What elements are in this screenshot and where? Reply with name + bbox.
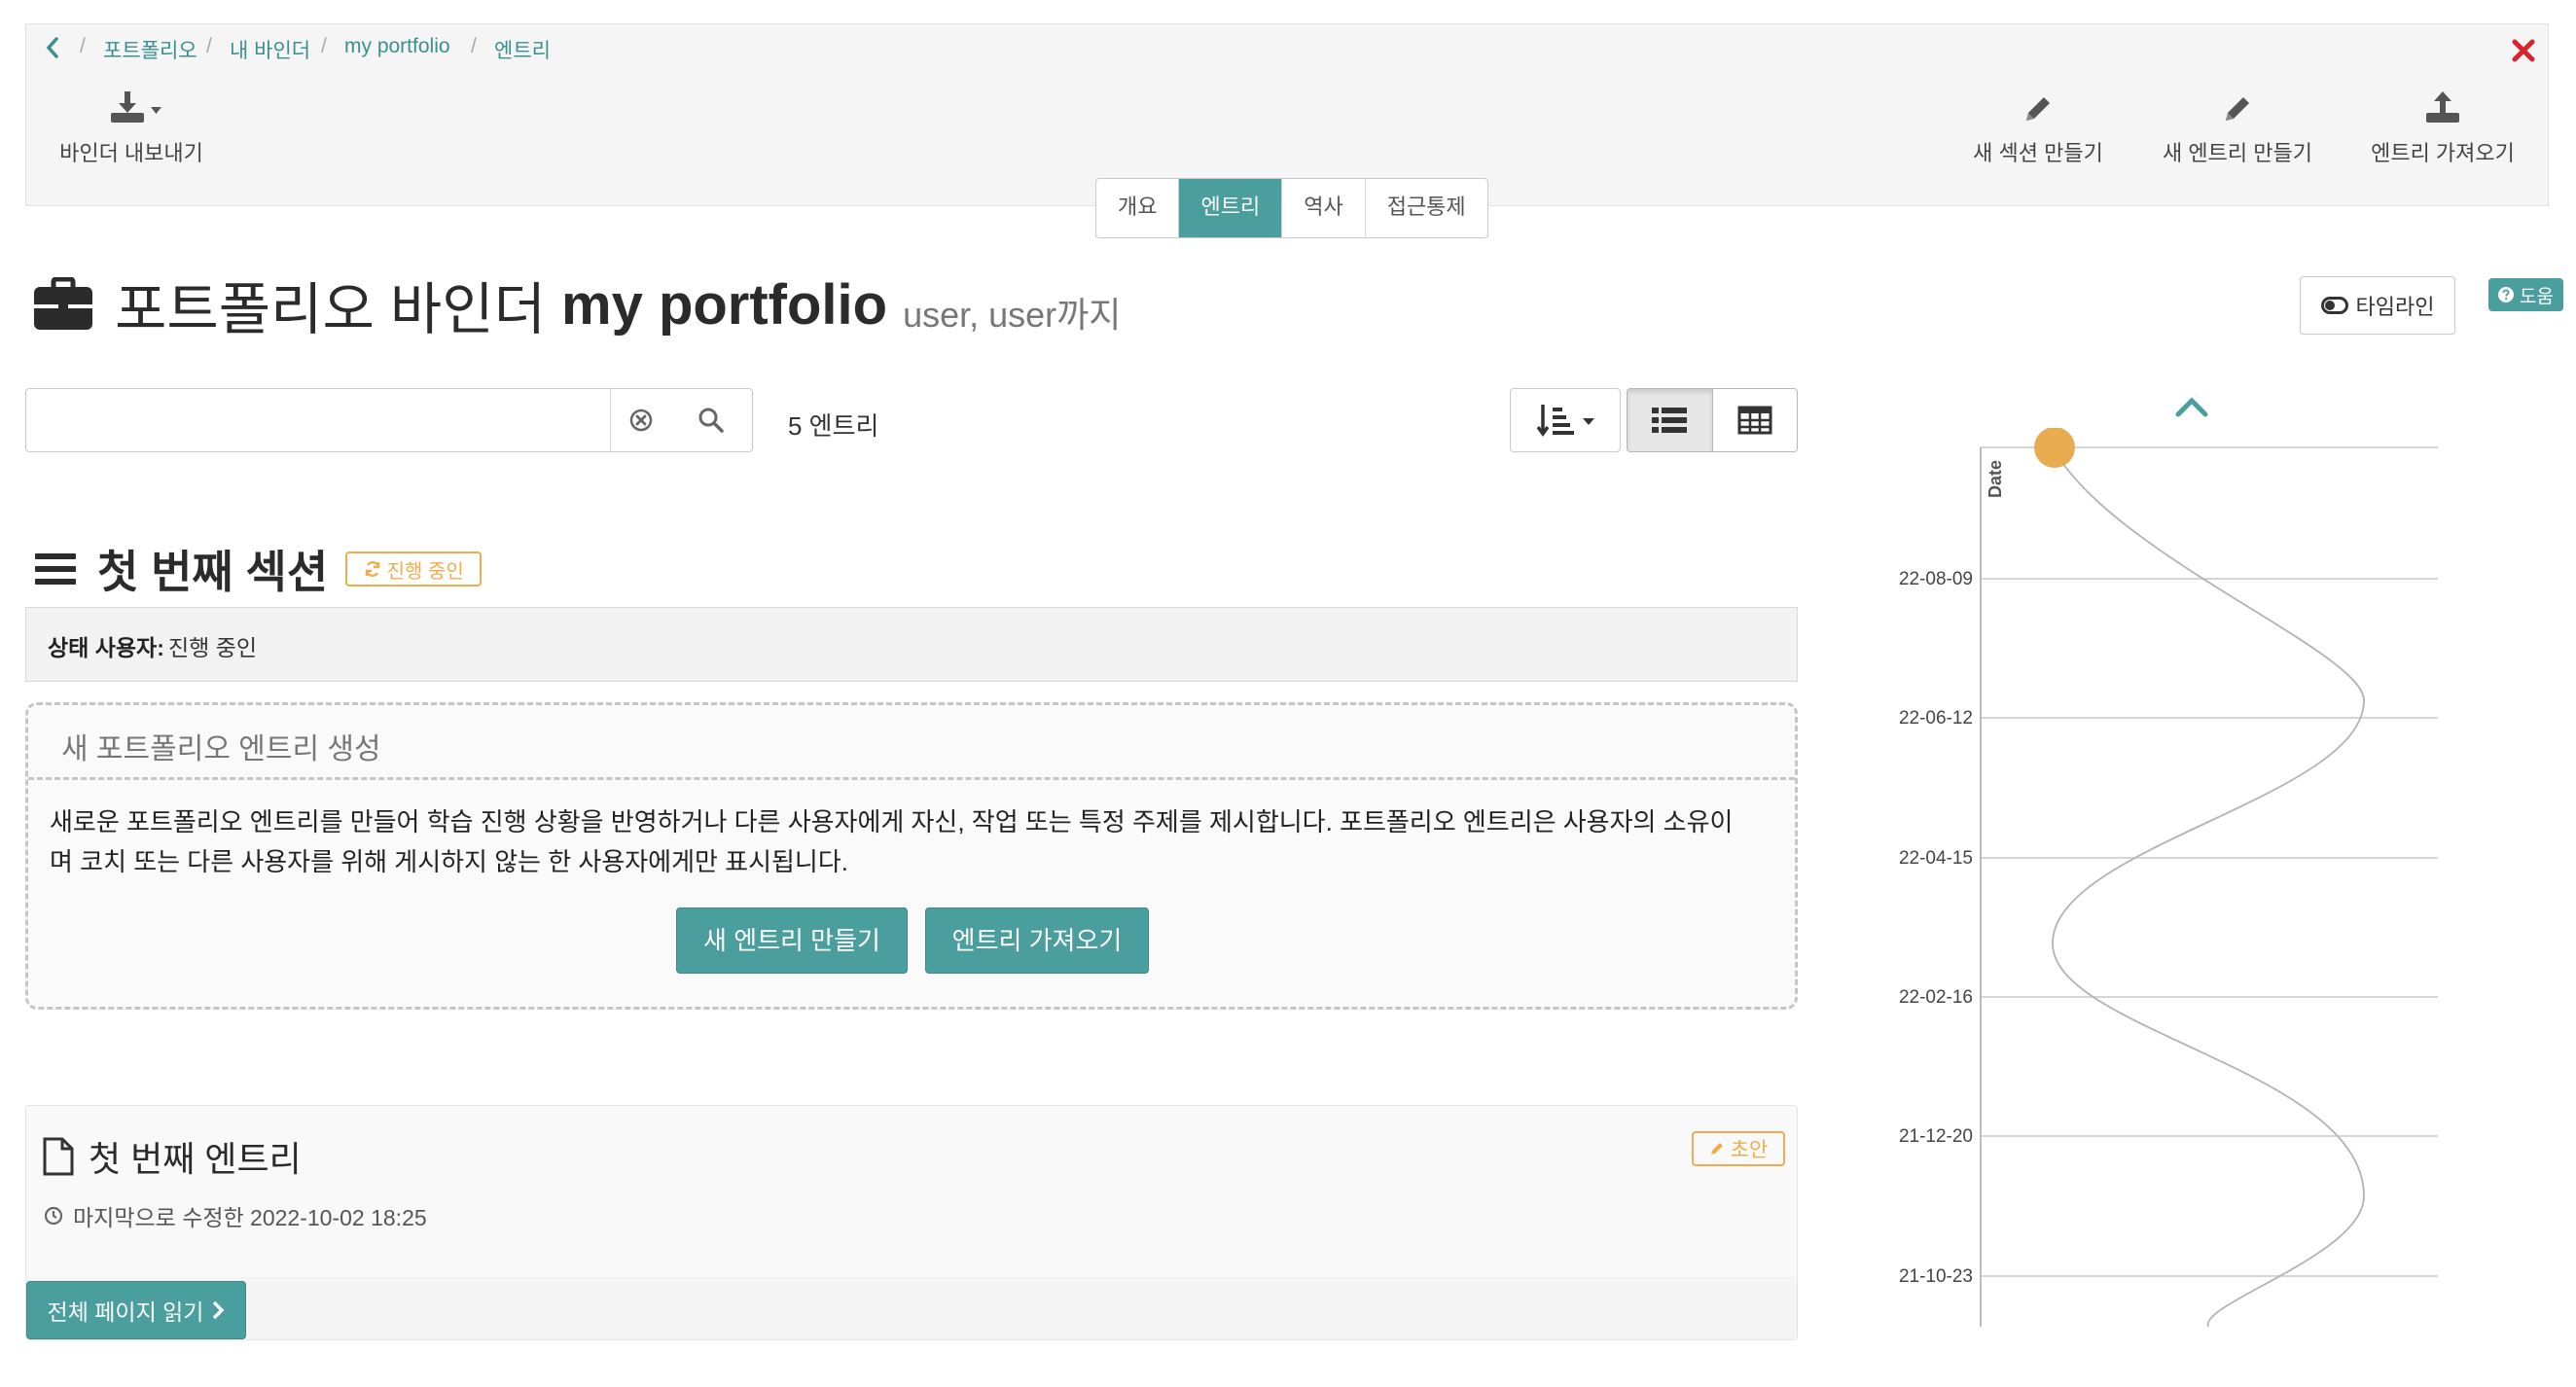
upload-icon [2423, 89, 2462, 126]
section-status-bar: 상태 사용자: 진행 중인 [25, 607, 1798, 682]
timeline-tick: 22-06-12 [1899, 708, 1973, 729]
timeline-axis-label: Date [1986, 460, 2005, 498]
breadcrumb-item-my-binders[interactable]: 내 바인더 [230, 35, 310, 64]
timeline-tick: 21-10-23 [1899, 1266, 1973, 1287]
entry-draft-badge: 초안 [1692, 1131, 1785, 1166]
import-entry-button[interactable]: 엔트리 가져오기 [925, 907, 1149, 974]
section-status-badge: 진행 중인 [345, 551, 483, 587]
close-icon [2512, 39, 2535, 62]
entry-title[interactable]: 첫 번째 엔트리 [89, 1131, 302, 1182]
new-entry-description-line-1: 새로운 포트폴리오 엔트리를 만들어 학습 진행 상황을 반영하거나 다른 사용… [50, 807, 1734, 836]
table-icon [1737, 406, 1772, 435]
status-user-label: 상태 사용자: [48, 635, 164, 660]
read-full-page-button[interactable]: 전체 페이지 읽기 [26, 1281, 246, 1339]
list-icon [1652, 408, 1688, 433]
new-entry-description: 새로운 포트폴리오 엔트리를 만들어 학습 진행 상황을 반영하거나 다른 사용… [50, 802, 1781, 882]
new-section-button[interactable]: 새 섹션 만들기 [1955, 91, 2121, 167]
list-view-button[interactable] [1628, 389, 1713, 451]
create-entry-button[interactable]: 새 엔트리 만들기 [676, 907, 908, 974]
tab-access-control[interactable]: 접근통제 [1366, 179, 1487, 237]
new-entry-divider [28, 777, 1795, 780]
new-entry-description-line-2: 며 코치 또는 다른 사용자를 위해 게시하지 않는 한 사용자에게만 표시됩니… [50, 847, 848, 876]
pencil-icon [2220, 91, 2255, 126]
sort-icon [1536, 405, 1594, 438]
chevron-left-icon [46, 37, 58, 58]
timeline-collapse-button[interactable] [2175, 395, 2208, 418]
download-icon [97, 89, 165, 126]
entry-count: 5 엔트리 [788, 411, 879, 441]
entry-card: 첫 번째 엔트리 초안 마지막으로 수정한 2022-10-02 18:25 전… [25, 1105, 1798, 1340]
import-entry-toolbar-label: 엔트리 가져오기 [2371, 141, 2515, 165]
timeline-tick: 22-08-09 [1899, 569, 1973, 589]
back-button[interactable] [43, 35, 62, 60]
entry-footer [26, 1277, 1797, 1339]
breadcrumb-item-my-portfolio[interactable]: my portfolio [344, 35, 450, 58]
new-entry-panel: 새 포트폴리오 엔트리 생성 새로운 포트폴리오 엔트리를 만들어 학습 진행 … [25, 702, 1798, 1010]
help-label: 도움 [2520, 286, 2554, 307]
import-entry-toolbar-button[interactable]: 엔트리 가져오기 [2360, 89, 2525, 167]
breadcrumb-separator: / [471, 35, 477, 57]
breadcrumb-separator: / [321, 35, 327, 57]
export-binder-label: 바인더 내보내기 [59, 141, 203, 165]
chevron-right-icon [213, 1300, 225, 1320]
sort-dropdown[interactable] [1510, 388, 1621, 452]
search-divider [610, 389, 611, 451]
page-title-binder-name: my portfolio [561, 272, 888, 337]
section-status-text: 진행 중인 [386, 560, 464, 583]
file-icon [43, 1137, 74, 1176]
new-entry-toolbar-button[interactable]: 새 엔트리 만들기 [2150, 91, 2325, 167]
timeline-toggle-button[interactable]: 타임라인 [2300, 276, 2455, 335]
clear-icon [629, 409, 653, 432]
search-icon [698, 408, 724, 433]
new-section-label: 새 섹션 만들기 [1973, 141, 2103, 165]
new-entry-toolbar-label: 새 엔트리 만들기 [2163, 141, 2312, 165]
section-title: 첫 번째 섹션 [97, 547, 329, 597]
timeline-point[interactable] [2034, 428, 2075, 468]
page-title: 포트폴리오 바인더 my portfolio user, user까지 [33, 270, 1122, 341]
breadcrumb-separator: / [80, 35, 86, 57]
view-switcher [1627, 388, 1798, 452]
toggle-icon [2320, 297, 2348, 314]
export-binder-button[interactable]: 바인더 내보내기 [49, 89, 214, 167]
bars-icon [35, 553, 76, 585]
search-input[interactable] [26, 389, 610, 451]
breadcrumb-item-entries[interactable]: 엔트리 [494, 35, 551, 64]
clear-search-button[interactable] [629, 409, 653, 432]
timeline-tick: 22-04-15 [1899, 848, 1973, 869]
tab-entries[interactable]: 엔트리 [1179, 179, 1283, 237]
search-box [25, 388, 753, 452]
chevron-up-icon [2175, 397, 2208, 417]
pencil-icon [1710, 1143, 1723, 1155]
read-full-page-label: 전체 페이지 읽기 [47, 1299, 204, 1325]
section-header: 첫 번째 섹션 진행 중인 [33, 537, 483, 601]
page-title-owner: user, user까지 [903, 295, 1122, 335]
briefcase-icon [33, 277, 93, 332]
binder-tabs: 개요 엔트리 역사 접근통제 [1095, 178, 1488, 238]
search-button[interactable] [698, 407, 725, 434]
table-view-button[interactable] [1712, 389, 1797, 451]
entry-draft-text: 초안 [1730, 1139, 1769, 1161]
timeline-chart: Date 22-08-09 22-06-12 22-04-15 22-02-16… [1899, 428, 2438, 1328]
timeline-tick: 22-02-16 [1899, 987, 1973, 1008]
new-entry-heading: 새 포트폴리오 엔트리 생성 [61, 733, 381, 765]
question-icon [2498, 287, 2514, 302]
help-button[interactable]: 도움 [2488, 278, 2563, 311]
pencil-icon [2021, 91, 2056, 126]
entry-modified-text: 마지막으로 수정한 2022-10-02 18:25 [73, 1205, 427, 1230]
entry-title-row: 첫 번째 엔트리 [42, 1131, 302, 1182]
close-button[interactable] [2512, 39, 2535, 62]
tab-history[interactable]: 역사 [1282, 179, 1366, 237]
page-title-prefix: 포트폴리오 바인더 [115, 278, 546, 341]
status-user-value: 진행 중인 [168, 635, 258, 660]
clock-icon [44, 1206, 63, 1226]
breadcrumb-separator: / [206, 35, 212, 57]
tab-overview[interactable]: 개요 [1096, 179, 1180, 237]
entry-modified: 마지막으로 수정한 2022-10-02 18:25 [44, 1199, 427, 1232]
timeline-toggle-label: 타임라인 [2355, 295, 2435, 319]
breadcrumb-item-portfolio[interactable]: 포트폴리오 [103, 35, 197, 64]
refresh-icon [365, 560, 379, 578]
timeline-tick: 21-12-20 [1899, 1126, 1973, 1147]
timeline-gridlines [1981, 446, 2438, 1277]
